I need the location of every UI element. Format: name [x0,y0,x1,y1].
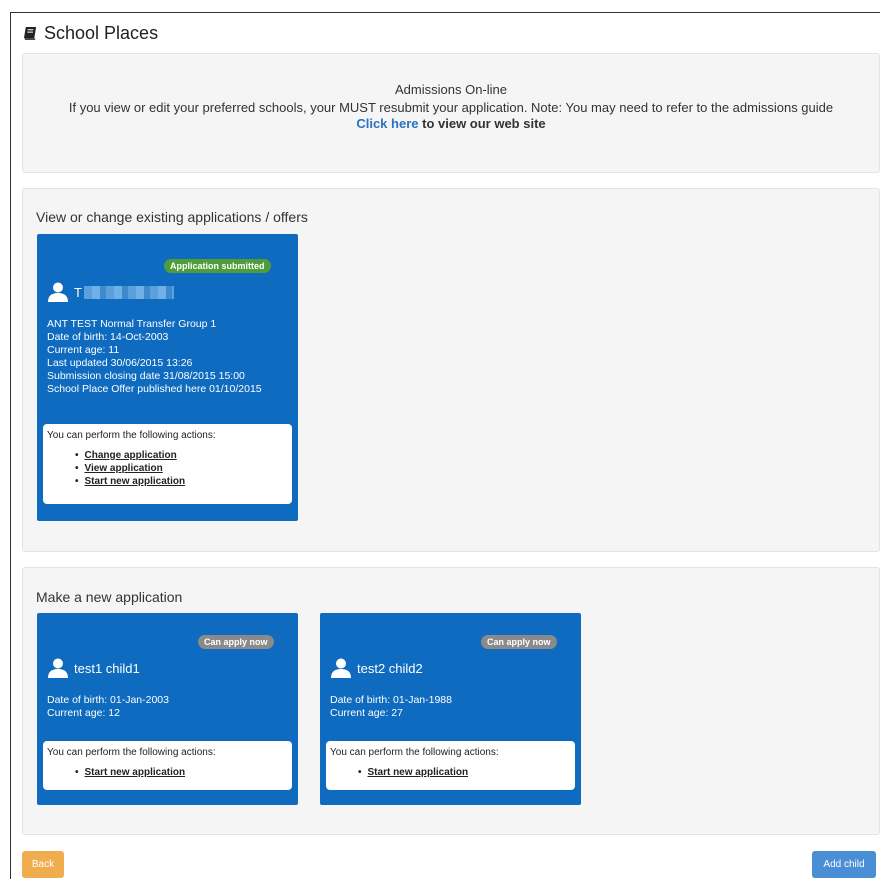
child-card: Can apply now test1 child1 Date of birth… [37,613,298,805]
list-item: Change application [75,449,185,462]
change-application-link[interactable]: Change application [85,450,177,461]
existing-applications-heading: View or change existing applications / o… [36,209,308,225]
page-title-text: School Places [44,23,159,43]
detail-line: Current age: 12 [47,707,120,719]
redacted-name [83,285,174,299]
child-details: Date of birth: 01-Jan-2003 Current age: … [47,694,169,720]
actions-list: Start new application [358,766,469,779]
child-name: test2 child2 [357,660,423,676]
actions-list: Start new application [75,766,186,779]
detail-line: School Place Offer published here 01/10/… [47,383,262,395]
child-card: Can apply now test2 child2 Date of birth… [320,613,581,805]
actions-header: You can perform the following actions: [47,747,216,758]
detail-line: Submission closing date 31/08/2015 15:00 [47,370,245,382]
child-name-row: test2 child2 [330,658,423,678]
detail-line: ANT TEST Normal Transfer Group 1 [47,318,217,330]
application-details: ANT TEST Normal Transfer Group 1 Date of… [47,318,262,396]
child-name-row: T [47,282,174,302]
start-new-application-link[interactable]: Start new application [85,767,186,778]
click-here-suffix: to view our web site [418,116,546,131]
actions-box: You can perform the following actions: S… [43,741,292,790]
list-item: Start new application [75,766,186,779]
child-name: T [74,284,82,300]
actions-header: You can perform the following actions: [330,747,499,758]
status-badge: Can apply now [481,635,557,649]
person-icon [331,658,351,678]
detail-line: Last updated 30/06/2015 13:26 [47,357,193,369]
existing-applications-panel: View or change existing applications / o… [22,188,880,552]
view-application-link[interactable]: View application [85,463,163,474]
child-details: Date of birth: 01-Jan-1988 Current age: … [330,694,452,720]
add-child-button[interactable]: Add child [812,851,876,878]
back-button[interactable]: Back [22,851,64,878]
click-here-link[interactable]: Click here [356,116,418,131]
start-new-application-link[interactable]: Start new application [85,476,186,487]
detail-line: Date of birth: 01-Jan-1988 [330,694,452,706]
website-link-line: Click here to view our web site [23,116,879,131]
application-card: Application submitted T ANT TEST Normal … [37,234,298,521]
detail-line: Current age: 11 [47,344,120,356]
new-application-panel: Make a new application Can apply now tes… [22,567,880,835]
person-icon [48,658,68,678]
actions-header: You can perform the following actions: [47,430,216,441]
person-icon [48,282,68,302]
child-name: test1 child1 [74,660,140,676]
child-name-row: test1 child1 [47,658,140,678]
actions-list: Change application View application Star… [75,449,186,488]
page-title: School Places [23,23,158,44]
admissions-panel: Admissions On-line If you view or edit y… [22,53,880,173]
list-item: View application [75,462,185,475]
admissions-title: Admissions On-line [395,82,507,97]
list-item: Start new application [358,766,469,779]
app-frame: School Places Admissions On-line If you … [10,12,880,879]
list-item: Start new application [75,475,186,488]
new-application-heading: Make a new application [36,589,183,605]
actions-box: You can perform the following actions: S… [326,741,575,790]
actions-box: You can perform the following actions: C… [43,424,292,504]
status-badge: Application submitted [164,259,271,273]
book-icon [23,26,37,40]
detail-line: Date of birth: 14-Oct-2003 [47,331,169,343]
start-new-application-link[interactable]: Start new application [368,767,469,778]
admissions-notice: If you view or edit your preferred schoo… [68,100,834,115]
status-badge: Can apply now [198,635,274,649]
detail-line: Current age: 27 [330,707,403,719]
detail-line: Date of birth: 01-Jan-2003 [47,694,169,706]
